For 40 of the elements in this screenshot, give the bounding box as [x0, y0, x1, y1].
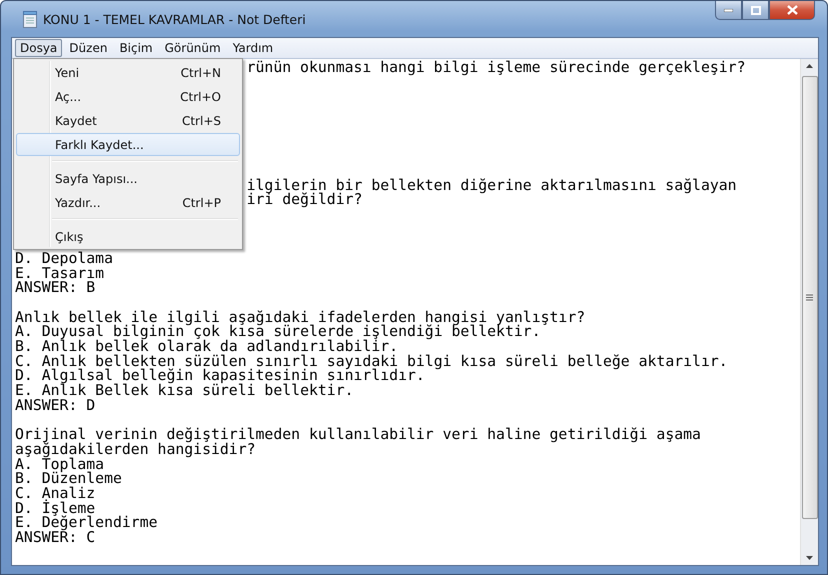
- text-line: B. Anlık bellek olarak da adlandırılabilir.: [15, 338, 398, 356]
- text-line: E. Anlık Bellek kısa süreli bellektir.: [15, 382, 354, 400]
- scroll-up-icon: [806, 64, 813, 68]
- close-icon: [786, 5, 798, 15]
- grip-icon: [806, 294, 813, 301]
- menu-item[interactable]: Kaydet Ctrl+S: [16, 109, 240, 132]
- maximize-icon: [750, 6, 760, 14]
- close-button[interactable]: [769, 1, 815, 20]
- menu-item[interactable]: Dosya: [15, 39, 62, 57]
- maximize-button[interactable]: [742, 1, 769, 20]
- vertical-scrollbar[interactable]: [800, 59, 818, 565]
- menu-item[interactable]: Aç... Ctrl+O: [16, 85, 240, 108]
- scroll-down-icon: [806, 556, 813, 560]
- scrollbar-thumb[interactable]: [802, 76, 818, 519]
- window-title: KONU 1 - TEMEL KAVRAMLAR - Not Defteri: [43, 12, 306, 26]
- text-line: ANSWER: D: [15, 396, 96, 414]
- menu-item[interactable]: Düzen: [64, 39, 112, 57]
- minimize-icon: [724, 8, 733, 12]
- text-line: D. İşleme: [15, 500, 96, 517]
- menu-item[interactable]: Yazdır... Ctrl+P: [16, 191, 240, 214]
- text-line: Orijinal verinin değiştirilmeden kullanılabilir veri haline getirildiği aşama: [15, 426, 701, 444]
- menu-item[interactable]: Sayfa Yapısı...: [16, 167, 240, 190]
- menu-item[interactable]: Biçim: [114, 39, 158, 57]
- menu-item[interactable]: Yardım: [228, 39, 278, 57]
- text-line: D. Algılsal belleğin kapasitesinin sınırlıdır.: [15, 367, 425, 384]
- menu-item[interactable]: Görünüm: [160, 39, 226, 57]
- text-line: rünün okunması hangi bilgi işleme sürecinde gerçekleşir?: [246, 61, 746, 76]
- text-line: B. Düzenleme: [15, 470, 122, 488]
- menu-item[interactable]: Yeni Ctrl+N: [16, 61, 240, 84]
- text-line: ilgilerin bir bellekten diğerine aktarılmasını sağlayan: [246, 178, 737, 194]
- text-line: Anlık bellek ile ilgili aşağıdaki ifadelerden hangisi yanlıştır?: [15, 308, 586, 326]
- text-line: ANSWER: C: [15, 529, 96, 546]
- minimize-button[interactable]: [715, 1, 742, 20]
- text-line: ANSWER: B: [15, 279, 96, 296]
- menu-item[interactable]: Çıkış: [16, 225, 240, 248]
- text-line: D. Depolama: [15, 250, 113, 267]
- text-line: iri değildir?: [246, 193, 362, 208]
- notepad-icon: [23, 10, 37, 28]
- menu-item[interactable]: Farklı Kaydet...: [16, 133, 240, 156]
- text-line: E. Değerlendirme: [15, 514, 158, 532]
